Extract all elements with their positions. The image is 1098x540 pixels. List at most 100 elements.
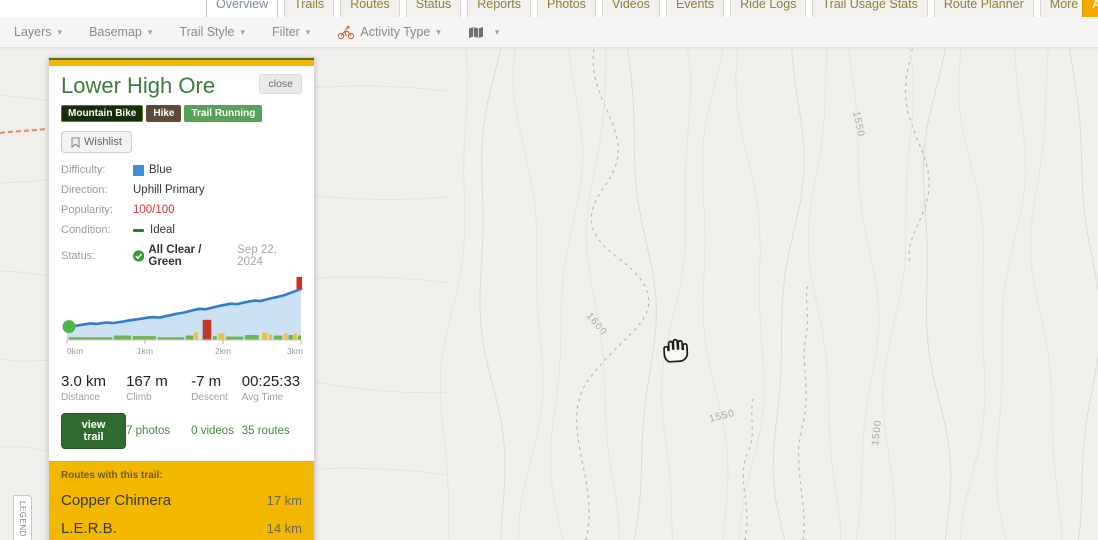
trail-orange-segment (0, 128, 47, 134)
activity-type-label: Activity Type (360, 25, 431, 39)
chevron-down-icon: ▾ (494, 26, 500, 37)
trail-stats: 3.0 km Distance 167 m Climb -7 m Descent… (61, 373, 302, 403)
svg-text:1km: 1km (137, 346, 153, 356)
tab-admin[interactable]: Admin (1082, 0, 1098, 17)
route-name: Copper Chimera (61, 492, 172, 510)
detail-status: Status: All Clear / Green Sep 22, 2024 (61, 244, 302, 268)
contour-elevation-label: 1500 (870, 419, 884, 446)
filter-menu-label: Filter (272, 25, 300, 39)
view-trail-button[interactable]: view trail (61, 413, 127, 450)
card-accent-bar (49, 58, 314, 66)
detail-label: Popularity: (61, 204, 113, 217)
tag-mountain-bike: Mountain Bike (61, 105, 144, 123)
routes-with-trail-section: Routes with this trail: Copper Chimera 1… (49, 461, 314, 540)
svg-text:2km: 2km (215, 346, 231, 356)
page-tab-bar: Overview Trails Routes Status Reports Ph… (0, 0, 1098, 17)
trail-dashed-path (798, 283, 809, 540)
contour-elevation-label: 1550 (850, 110, 866, 138)
tab-trail-usage-stats[interactable]: Trail Usage Stats (812, 0, 928, 17)
tab-routes[interactable]: Routes (340, 0, 400, 17)
trail-details: Difficulty: Blue Direction: Uphill Prima… (61, 164, 302, 268)
stat-descent: -7 m Descent (191, 373, 228, 404)
chevron-down-icon: ▾ (240, 26, 246, 37)
bookmark-icon (71, 137, 80, 148)
stat-distance: 3.0 km Distance (61, 373, 107, 404)
mountain-biker-icon (338, 25, 355, 39)
routes-section-heading: Routes with this trail: (61, 470, 163, 482)
detail-direction: Direction: Uphill Primary (61, 184, 302, 196)
videos-link[interactable]: 0 videos (191, 425, 242, 437)
legend-label: LEGEND (18, 501, 27, 537)
close-button[interactable]: close (259, 74, 302, 94)
elevation-profile-svg: 0km 1km 2km 3km (62, 277, 303, 356)
detail-label: Condition: (61, 224, 111, 237)
basemap-menu[interactable]: Basemap ▾ (89, 25, 152, 39)
activity-type-menu[interactable]: Activity Type ▾ (337, 25, 441, 40)
tag-hike: Hike (146, 105, 182, 123)
basemap-menu-label: Basemap (89, 25, 142, 39)
route-distance: 17 km (266, 493, 302, 509)
legend-tab[interactable]: LEGEND (13, 495, 32, 540)
photos-link[interactable]: 7 photos (126, 425, 191, 437)
detail-value: Blue (149, 164, 173, 177)
detail-condition: Condition: Ideal (61, 224, 302, 236)
layers-menu-label: Layers (14, 25, 52, 39)
elevation-chart: 0km 1km 2km 3km (61, 276, 303, 371)
route-name: L.E.R.B. (61, 520, 117, 538)
detail-label: Difficulty: (61, 164, 106, 177)
tab-trails[interactable]: Trails (284, 0, 335, 17)
chevron-down-icon: ▾ (147, 26, 153, 37)
filter-menu[interactable]: Filter ▾ (272, 25, 310, 39)
svg-text:0km: 0km (67, 346, 83, 356)
detail-value: Ideal (150, 224, 175, 237)
folded-map-icon (468, 26, 483, 38)
detail-difficulty: Difficulty: Blue (61, 164, 302, 176)
hand-grab-cursor (657, 331, 691, 370)
tab-events[interactable]: Events (665, 0, 725, 17)
tab-ride-logs[interactable]: Ride Logs (730, 0, 807, 17)
check-circle-icon (133, 250, 145, 262)
activity-tags: Mountain Bike Hike Trail Running (61, 105, 302, 123)
detail-value: Uphill Primary (133, 184, 205, 197)
trail-style-menu[interactable]: Trail Style ▾ (179, 25, 245, 39)
status-date: Sep 22, 2024 (237, 244, 277, 269)
contour-elevation-label: 1600 (584, 311, 609, 338)
tab-photos[interactable]: Photos (537, 0, 596, 17)
trail-actions: view trail 7 photos 0 videos 35 routes (61, 413, 302, 450)
svg-text:3km: 3km (287, 346, 303, 356)
trail-style-menu-label: Trail Style (179, 25, 235, 39)
trail-dashed-path (742, 395, 755, 540)
stat-climb: 167 m Climb (126, 373, 168, 404)
route-row-lerb[interactable]: L.E.R.B. 14 km (61, 520, 302, 537)
trail-popup-card: Lower High Ore close Mountain Bike Hike … (48, 57, 315, 540)
route-row-copper-chimera[interactable]: Copper Chimera 17 km (61, 492, 302, 509)
chevron-down-icon: ▾ (305, 26, 311, 37)
chevron-down-icon: ▾ (57, 26, 63, 37)
trail-dashed-path (576, 0, 650, 540)
tab-route-planner[interactable]: Route Planner (933, 0, 1034, 17)
map-style-menu[interactable]: ▾ (468, 26, 500, 39)
tab-reports[interactable]: Reports (467, 0, 532, 17)
route-distance: 14 km (266, 521, 302, 537)
condition-ideal-icon (133, 228, 144, 232)
layers-menu[interactable]: Layers ▾ (14, 25, 62, 39)
tab-status[interactable]: Status (405, 0, 462, 17)
detail-label: Direction: (61, 184, 108, 197)
chevron-down-icon: ▾ (436, 26, 441, 37)
tag-trail-running: Trail Running (184, 105, 263, 123)
tab-videos[interactable]: Videos (601, 0, 660, 17)
status-value: All Clear / Green (148, 244, 202, 269)
stat-avg-time: 00:25:33 Avg Time (241, 373, 301, 404)
detail-value: 100/100 (133, 204, 175, 217)
trail-title[interactable]: Lower High Ore (61, 73, 215, 98)
detail-popularity: Popularity: 100/100 (61, 204, 302, 216)
difficulty-blue-square-icon (133, 164, 144, 176)
routes-link[interactable]: 35 routes (242, 425, 302, 437)
wishlist-label: Wishlist (84, 136, 122, 149)
map-toolbar: Layers ▾ Basemap ▾ Trail Style ▾ Filter … (0, 17, 1098, 48)
tab-overview[interactable]: Overview (206, 0, 279, 17)
wishlist-button[interactable]: Wishlist (61, 131, 132, 154)
tab-more-label: More (1049, 0, 1079, 11)
trail-map-page: 1550 1600 1550 1500 Overview Trails Rout… (0, 0, 1098, 540)
detail-label: Status: (61, 250, 96, 263)
